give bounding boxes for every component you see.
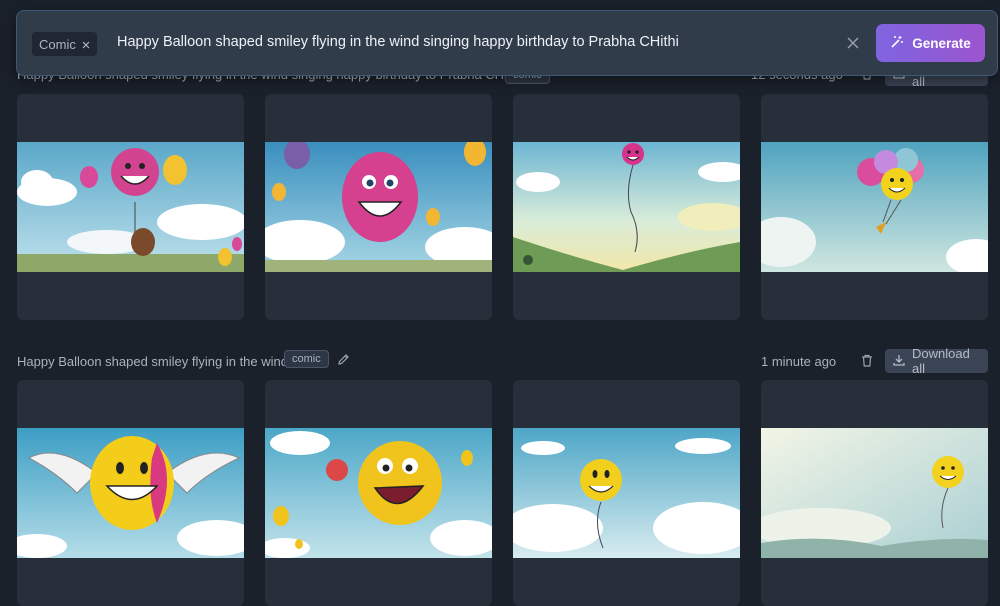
generate-button[interactable]: Generate	[876, 24, 985, 62]
image-card[interactable]	[761, 94, 988, 320]
generated-image	[513, 142, 740, 272]
close-icon[interactable]	[82, 37, 90, 52]
download-all-button[interactable]: Download all	[885, 346, 988, 376]
generated-image	[265, 142, 492, 272]
prompt-bar: Comic Happy Balloon shaped smiley flying…	[16, 10, 998, 76]
group-time: 1 minute ago	[761, 354, 837, 369]
generated-image	[513, 428, 740, 558]
trash-icon[interactable]	[861, 354, 873, 372]
image-card[interactable]	[265, 94, 492, 320]
generated-image	[761, 142, 988, 272]
clear-icon[interactable]	[847, 36, 859, 54]
generated-image	[17, 428, 244, 558]
image-card[interactable]	[17, 380, 244, 606]
image-card[interactable]	[761, 380, 988, 606]
prompt-input[interactable]: Happy Balloon shaped smiley flying in th…	[117, 34, 679, 50]
edit-icon[interactable]	[337, 353, 350, 371]
group-title: Happy Balloon shaped smiley flying in th…	[17, 354, 288, 369]
download-icon	[893, 354, 905, 369]
style-badge: comic	[284, 350, 329, 368]
style-chip-label: Comic	[39, 36, 76, 52]
image-card[interactable]	[513, 94, 740, 320]
magic-wand-icon	[890, 35, 904, 52]
generated-image	[17, 142, 244, 272]
image-card[interactable]	[17, 94, 244, 320]
style-chip[interactable]: Comic	[32, 32, 97, 56]
image-card[interactable]	[513, 380, 740, 606]
generated-image	[265, 428, 492, 558]
generate-label: Generate	[912, 35, 971, 51]
download-all-label: Download all	[912, 346, 970, 376]
generated-image	[761, 428, 988, 558]
image-card[interactable]	[265, 380, 492, 606]
